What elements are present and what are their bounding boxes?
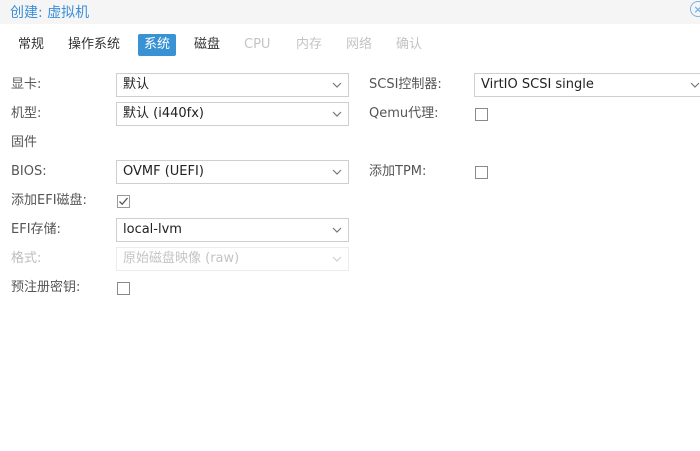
tab-os[interactable]: 操作系统 [62,34,126,56]
system-form: 显卡: 默认 SCSI控制器: VirtIO SCSI single 机型: 默… [0,60,700,451]
add-efi-disk-checkbox[interactable] [117,195,130,208]
firmware-section-title: 固件 [11,135,38,150]
chevron-down-icon [332,256,342,262]
machine-value: 默认 (i440fx) [123,106,204,121]
chevron-down-icon [690,82,700,88]
graphics-select[interactable]: 默认 [116,73,349,97]
wizard-tabs: 常规 操作系统 系统 磁盘 CPU 内存 网络 确认 [0,32,700,58]
scsi-controller-select[interactable]: VirtIO SCSI single [474,73,700,97]
add-tpm-checkbox[interactable] [475,166,488,179]
dialog-title: 创建: 虚拟机 [10,5,90,21]
machine-select[interactable]: 默认 (i440fx) [116,102,349,126]
chevron-down-icon [332,82,342,88]
tab-confirm: 确认 [396,37,423,52]
format-value: 原始磁盘映像 (raw) [123,251,240,266]
tab-system[interactable]: 系统 [138,34,177,56]
scsi-controller-label: SCSI控制器: [369,77,442,92]
tab-disks[interactable]: 磁盘 [188,34,226,56]
chevron-down-icon [332,111,342,117]
efi-storage-select[interactable]: local-lvm [116,218,349,242]
bios-label: BIOS: [11,164,47,179]
tab-network: 网络 [346,37,373,52]
checkmark-icon [119,197,128,206]
close-icon[interactable]: × [690,1,700,17]
tab-cpu: CPU [244,37,271,52]
chevron-down-icon [332,169,342,175]
bios-select[interactable]: OVMF (UEFI) [116,160,349,184]
machine-label: 机型: [11,106,42,121]
scsi-controller-value: VirtIO SCSI single [481,77,594,92]
qemu-agent-checkbox[interactable] [475,108,488,121]
tab-general[interactable]: 常规 [12,34,50,56]
efi-storage-label: EFI存储: [11,222,61,237]
dialog-titlebar: 创建: 虚拟机 × [0,0,700,24]
graphics-value: 默认 [123,77,150,92]
pre-enroll-keys-label: 预注册密钥: [11,280,81,295]
add-efi-disk-label: 添加EFI磁盘: [11,193,87,208]
qemu-agent-label: Qemu代理: [369,106,439,121]
bios-value: OVMF (UEFI) [123,164,204,179]
add-tpm-label: 添加TPM: [369,164,427,179]
format-select: 原始磁盘映像 (raw) [116,247,349,271]
tab-memory: 内存 [296,37,323,52]
create-vm-dialog: 创建: 虚拟机 × 常规 操作系统 系统 磁盘 CPU 内存 网络 确认 显卡:… [0,0,700,451]
graphics-label: 显卡: [11,77,42,92]
format-label: 格式: [11,251,42,266]
efi-storage-value: local-lvm [123,222,182,237]
chevron-down-icon [332,227,342,233]
pre-enroll-keys-checkbox[interactable] [117,282,130,295]
